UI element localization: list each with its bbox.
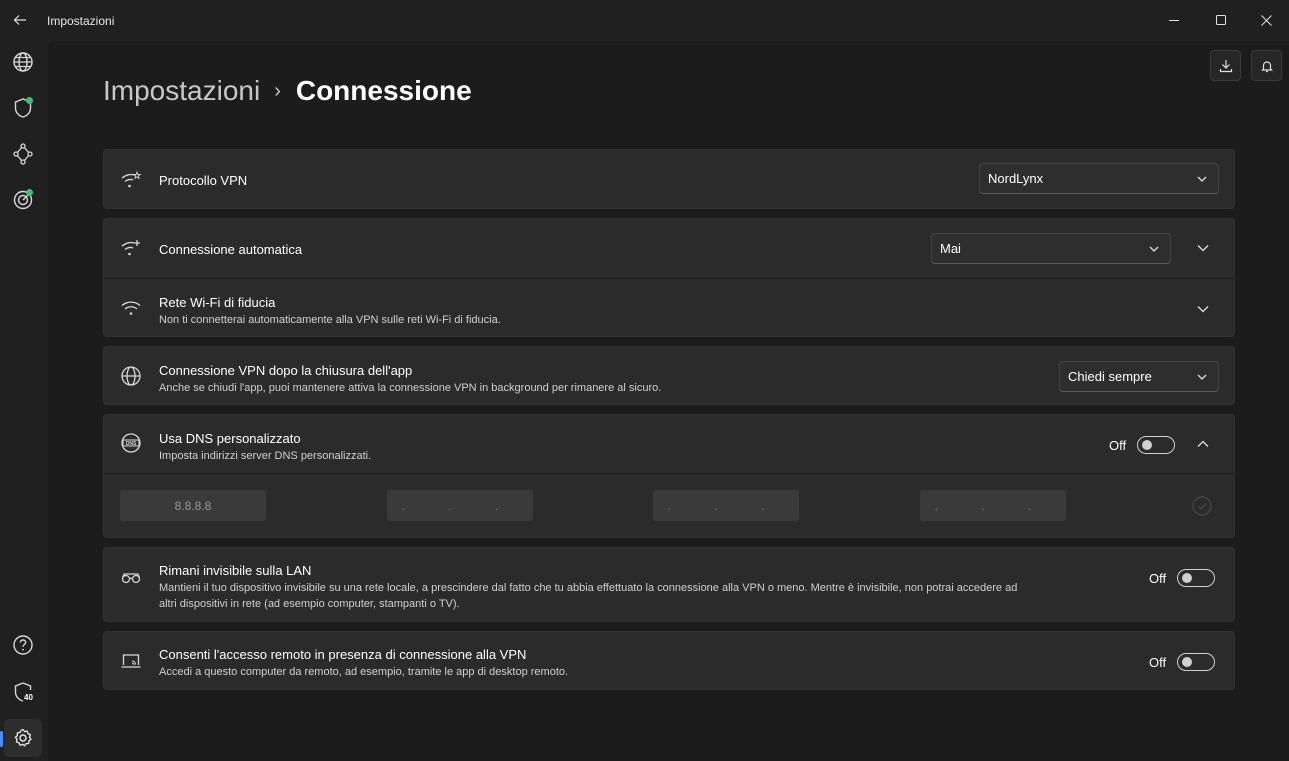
title-bar: Impostazioni: [0, 0, 1289, 41]
custom-dns-title: Usa DNS personalizzato: [159, 431, 301, 446]
close-icon: [1260, 14, 1272, 26]
back-button[interactable]: [8, 6, 32, 34]
after-close-description: Anche se chiudi l'app, puoi mantenere at…: [159, 382, 662, 394]
breadcrumb: Impostazioni › Connessione: [103, 75, 472, 107]
auto-connect-dropdown[interactable]: Mai: [931, 233, 1171, 264]
sidebar-item-security-score[interactable]: 40: [4, 673, 42, 711]
sidebar-item-settings[interactable]: [0, 719, 42, 757]
after-close-title: Connessione VPN dopo la chiusura dell'ap…: [159, 363, 413, 378]
maximize-icon: [1215, 14, 1226, 25]
trusted-wifi-description: Non ti connetterai automaticamente alla …: [159, 314, 501, 326]
lan-invisible-toggle[interactable]: [1177, 569, 1215, 587]
lan-invisible-description-line1: Mantieni il tuo dispositivo invisibile s…: [159, 582, 1018, 594]
status-dot: [26, 189, 33, 196]
notifications-button[interactable]: [1251, 50, 1282, 81]
chevron-down-icon: [1197, 245, 1209, 252]
custom-dns-toggle[interactable]: [1137, 436, 1175, 454]
main-content: Impostazioni › Connessione Protocollo VP…: [48, 41, 1289, 761]
sidebar: 40: [0, 41, 48, 761]
dns-field-4[interactable]: . . .: [920, 490, 1066, 521]
auto-connect-title: Connessione automatica: [159, 242, 303, 257]
help-icon: [13, 635, 33, 655]
page-title: Connessione: [295, 75, 472, 106]
check-circle-icon: [1192, 496, 1212, 516]
dns-field-1[interactable]: 8.8.8.8: [120, 490, 266, 521]
window-title: Impostazioni: [47, 14, 115, 28]
dns-field-3[interactable]: . . .: [653, 490, 799, 521]
security-score-badge: 40: [24, 693, 33, 702]
remote-access-title: Consenti l'accesso remoto in presenza di…: [159, 647, 527, 662]
status-dot: [26, 97, 33, 104]
dns-globe-icon: DNS: [120, 432, 142, 454]
custom-dns-state: Off: [1109, 438, 1127, 453]
dns-field-placeholder: . . .: [401, 498, 519, 513]
remote-access-toggle[interactable]: [1177, 653, 1215, 671]
lan-invisible-title: Rimani invisibile sulla LAN: [159, 563, 312, 578]
back-arrow-icon: [13, 15, 26, 25]
custom-dns-collapse-button[interactable]: [1195, 436, 1211, 452]
minimize-icon: [1168, 19, 1179, 21]
dns-field-2[interactable]: . . .: [387, 490, 533, 521]
chevron-up-icon: [1197, 440, 1209, 447]
auto-connect-card: Connessione automatica Mai Rete Wi-Fi di…: [103, 218, 1235, 337]
auto-connect-expand-button[interactable]: [1195, 240, 1211, 256]
glasses-icon: [120, 566, 142, 588]
close-button[interactable]: [1243, 0, 1289, 40]
chevron-down-icon: [1197, 176, 1207, 182]
dns-field-placeholder: . . .: [667, 498, 785, 513]
maximize-button[interactable]: [1198, 0, 1244, 40]
download-icon: [1219, 59, 1232, 72]
custom-dns-card: DNS Usa DNS personalizzato Imposta indir…: [103, 414, 1235, 538]
trusted-wifi-expand-button[interactable]: [1195, 301, 1211, 317]
meshnet-icon: [13, 143, 33, 165]
gear-icon: [14, 728, 32, 747]
breadcrumb-separator: ›: [274, 79, 281, 102]
sidebar-item-meshnet[interactable]: [4, 135, 42, 173]
remote-screen-icon: [120, 650, 142, 672]
download-button[interactable]: [1210, 50, 1241, 81]
divider: [104, 473, 1234, 474]
vpn-protocol-card: Protocollo VPN NordLynx: [103, 149, 1235, 209]
globe-icon: [13, 52, 33, 72]
sidebar-item-dark-web-monitor[interactable]: [4, 181, 42, 219]
after-close-card: Connessione VPN dopo la chiusura dell'ap…: [103, 346, 1235, 405]
remote-access-card: Consenti l'accesso remoto in presenza di…: [103, 631, 1235, 690]
sidebar-item-countries[interactable]: [4, 43, 42, 81]
remote-access-description: Accedi a questo computer da remoto, ad e…: [159, 666, 569, 678]
sidebar-item-threat-protection[interactable]: [4, 89, 42, 127]
wifi-icon: [120, 297, 142, 319]
auto-connect-row: Connessione automatica Mai: [104, 219, 1234, 278]
lan-invisible-description-line2: altri dispositivi in rete (ad esempio co…: [159, 598, 460, 610]
vpn-protocol-title: Protocollo VPN: [159, 173, 248, 188]
active-indicator: [0, 731, 3, 747]
custom-dns-description: Imposta indirizzi server DNS personalizz…: [159, 450, 372, 462]
minimize-button[interactable]: [1151, 0, 1197, 40]
dns-field-placeholder: . . .: [934, 498, 1052, 513]
chevron-down-icon: [1197, 306, 1209, 313]
bell-icon: [1260, 60, 1273, 72]
trusted-wifi-row[interactable]: Rete Wi-Fi di fiducia Non ti connetterai…: [104, 279, 1234, 338]
lan-invisible-card: Rimani invisibile sulla LAN Mantieni il …: [103, 547, 1235, 622]
after-close-dropdown[interactable]: Chiedi sempre: [1059, 361, 1219, 392]
chevron-down-icon: [1197, 374, 1207, 380]
trusted-wifi-title: Rete Wi-Fi di fiducia: [159, 295, 276, 310]
chevron-down-icon: [1149, 246, 1159, 252]
svg-text:DNS: DNS: [126, 441, 137, 447]
remote-access-state: Off: [1149, 655, 1167, 670]
after-close-value: Chiedi sempre: [1068, 369, 1152, 384]
vpn-protocol-value: NordLynx: [988, 171, 1044, 186]
lan-invisible-state: Off: [1149, 571, 1167, 586]
dns-confirm-button[interactable]: [1192, 496, 1212, 516]
vpn-protocol-dropdown[interactable]: NordLynx: [979, 163, 1219, 194]
wifi-star-icon: [120, 169, 142, 191]
auto-connect-value: Mai: [940, 241, 961, 256]
custom-dns-row: DNS Usa DNS personalizzato Imposta indir…: [104, 415, 1234, 473]
breadcrumb-parent[interactable]: Impostazioni: [103, 75, 260, 107]
sidebar-item-help[interactable]: [4, 626, 42, 664]
wifi-sparkle-icon: [120, 237, 142, 259]
globe-icon: [120, 365, 142, 387]
dns-field-value: 8.8.8.8: [174, 498, 212, 513]
